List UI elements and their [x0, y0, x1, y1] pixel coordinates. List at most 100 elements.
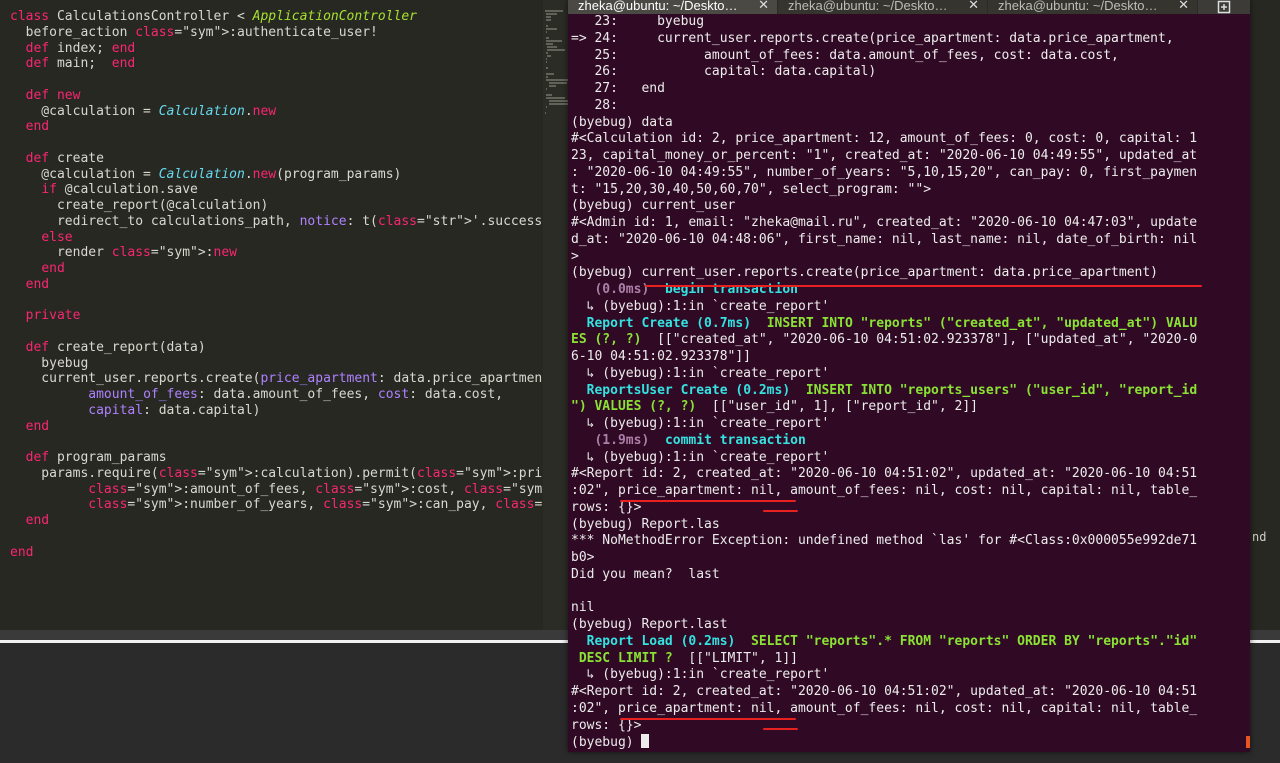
minimap-line	[547, 49, 566, 51]
minimap-line	[545, 73, 554, 75]
terminal-line: 23: byebug	[571, 14, 705, 29]
terminal-line: : "2020-06-10 04:49:55", number_of_years…	[571, 164, 1198, 180]
terminal-line: 23, capital_money_or_percent: "1", creat…	[571, 148, 1198, 163]
code-line: params.require(class="sym">:calculation)…	[10, 465, 543, 481]
minimap-line	[545, 37, 550, 39]
terminal-line: d_at: "2020-06-10 04:48:06", first_name:…	[571, 231, 1198, 247]
terminal-tab-2[interactable]: zheka@ubuntu: ~/Deskto… ✕	[778, 0, 988, 14]
terminal-line: :02", price_apartment: nil, amount_of_fe…	[571, 700, 1198, 716]
editor-right-edge: nd	[1250, 0, 1280, 635]
minimap-line	[546, 97, 565, 99]
code-line: def index; end	[25, 40, 136, 56]
minimap-line	[545, 88, 547, 90]
minimap-line	[547, 46, 557, 48]
terminal-line: ↳ (byebug):1:in `create_report'	[571, 667, 830, 683]
code-line: def create	[25, 150, 104, 166]
minimap-line	[545, 16, 551, 18]
code-line: before_action class="sym">:authenticate_…	[10, 24, 378, 40]
code-line: def new	[25, 87, 81, 103]
terminal-window[interactable]: zheka@ubuntu: ~/Deskto… ✕ zheka@ubuntu: …	[568, 0, 1250, 752]
terminal-line: *** NoMethodError Exception: undefined m…	[571, 533, 1198, 549]
terminal-line: ↳ (byebug):1:in `create_report'	[571, 449, 830, 465]
terminal-line: Report Create (0.7ms) INSERT INTO "repor…	[586, 315, 1198, 331]
terminal-line: ↳ (byebug):1:in `create_report'	[571, 298, 830, 314]
code-line: render class="sym">:new	[10, 245, 237, 261]
annotation-underline	[763, 728, 798, 730]
terminal-line: => 24: current_user.reports.create(price…	[571, 30, 1174, 46]
terminal-tab-3[interactable]: zheka@ubuntu: ~/Deskto… ✕	[988, 0, 1198, 14]
new-tab-button[interactable]	[1198, 0, 1250, 14]
terminal-line: (1.9ms) commit transaction	[594, 432, 806, 448]
code-line: private	[25, 308, 81, 324]
minimap-line	[546, 76, 549, 78]
minimap-line	[545, 13, 558, 15]
code-line: amount_of_fees: data.amount_of_fees, cos…	[88, 387, 504, 402]
terminal-line: (byebug)	[571, 734, 1243, 751]
minimap-line	[545, 112, 547, 114]
code-line: redirect_to calculations_path, notice: t…	[10, 213, 543, 229]
code-line: current_user.reports.create(price_apartm…	[10, 371, 543, 387]
code-line: end	[25, 513, 50, 528]
code-line: class="sym">:amount_of_fees, class="sym"…	[88, 481, 543, 497]
terminal-line: ") VALUES (?, ?) [["user_id", 1], ["repo…	[571, 399, 978, 415]
terminal-line: Report Load (0.2ms) SELECT "reports".* F…	[586, 633, 1198, 649]
terminal-line: #<Report id: 2, created_at: "2020-06-10 …	[571, 684, 1198, 699]
close-icon[interactable]: ✕	[758, 0, 769, 11]
terminal-line: 25: amount_of_fees: data.amount_of_fees,…	[571, 47, 1119, 63]
terminal-line: DESC LIMIT ? [["LIMIT", 1]]	[571, 650, 798, 666]
code-line: create_report(@calculation)	[10, 198, 269, 213]
terminal-line: ReportsUser Create (0.2ms) INSERT INTO "…	[586, 382, 1198, 398]
terminal-output[interactable]: 23: byebug => 24: current_user.reports.cr…	[571, 14, 1243, 751]
terminal-line: ↳ (byebug):1:in `create_report'	[571, 416, 830, 431]
terminal-line: Did you mean? last	[571, 566, 720, 582]
code-line: def main; end	[25, 56, 136, 72]
terminal-line: 26: capital: data.capital)	[571, 64, 877, 80]
minimap-line	[546, 28, 557, 30]
minimap-line	[546, 58, 548, 60]
terminal-line: rows: {}>	[571, 717, 642, 733]
annotation-underline	[763, 510, 798, 512]
minimap-line	[546, 40, 563, 42]
code-line: @calculation = Calculation.new	[10, 103, 277, 119]
terminal-tab-1[interactable]: zheka@ubuntu: ~/Deskto… ✕	[568, 0, 778, 14]
code-line: end	[10, 544, 34, 560]
code-line: capital: data.capital)	[88, 402, 261, 418]
minimap-line	[545, 31, 547, 33]
code-line: byebug	[10, 355, 89, 371]
code-line: def create_report(data)	[25, 339, 206, 355]
code-editor[interactable]: class CalculationsController < Applicati…	[0, 0, 543, 630]
annotation-underline	[620, 500, 796, 502]
code-line: else	[41, 229, 73, 245]
tab-label: zheka@ubuntu: ~/Deskto…	[578, 0, 738, 13]
terminal-line: b0>	[571, 550, 595, 565]
terminal-line: >	[571, 248, 579, 264]
scroll-indicator[interactable]	[1246, 736, 1250, 748]
minimap-line	[545, 67, 549, 69]
terminal-line: 28:	[571, 97, 626, 113]
code-line: end	[25, 276, 50, 292]
minimap-line	[548, 100, 570, 102]
minimap-line	[545, 61, 547, 63]
minimap-line	[545, 10, 564, 12]
close-icon[interactable]: ✕	[1178, 0, 1189, 11]
terminal-line: (byebug) current_user.reports.create(pri…	[571, 265, 1158, 281]
terminal-line: :02", price_apartment: nil, amount_of_fe…	[571, 483, 1198, 498]
code-line: def program_params	[25, 450, 167, 465]
editor-text-fragment: nd	[1252, 530, 1267, 544]
minimap-line	[548, 82, 568, 84]
terminal-line: (byebug) Report.last	[571, 617, 728, 632]
terminal-tab-bar: zheka@ubuntu: ~/Deskto… ✕ zheka@ubuntu: …	[568, 0, 1250, 14]
close-icon[interactable]: ✕	[968, 0, 979, 11]
code-line: end	[41, 261, 65, 276]
terminal-line: 6-10 04:51:02.923378"]]	[571, 349, 752, 364]
minimap-line	[546, 79, 570, 81]
terminal-line: (byebug) Report.las	[571, 516, 720, 532]
code-view[interactable]: class CalculationsController < Applicati…	[10, 9, 543, 560]
terminal-line: nil	[571, 600, 595, 616]
